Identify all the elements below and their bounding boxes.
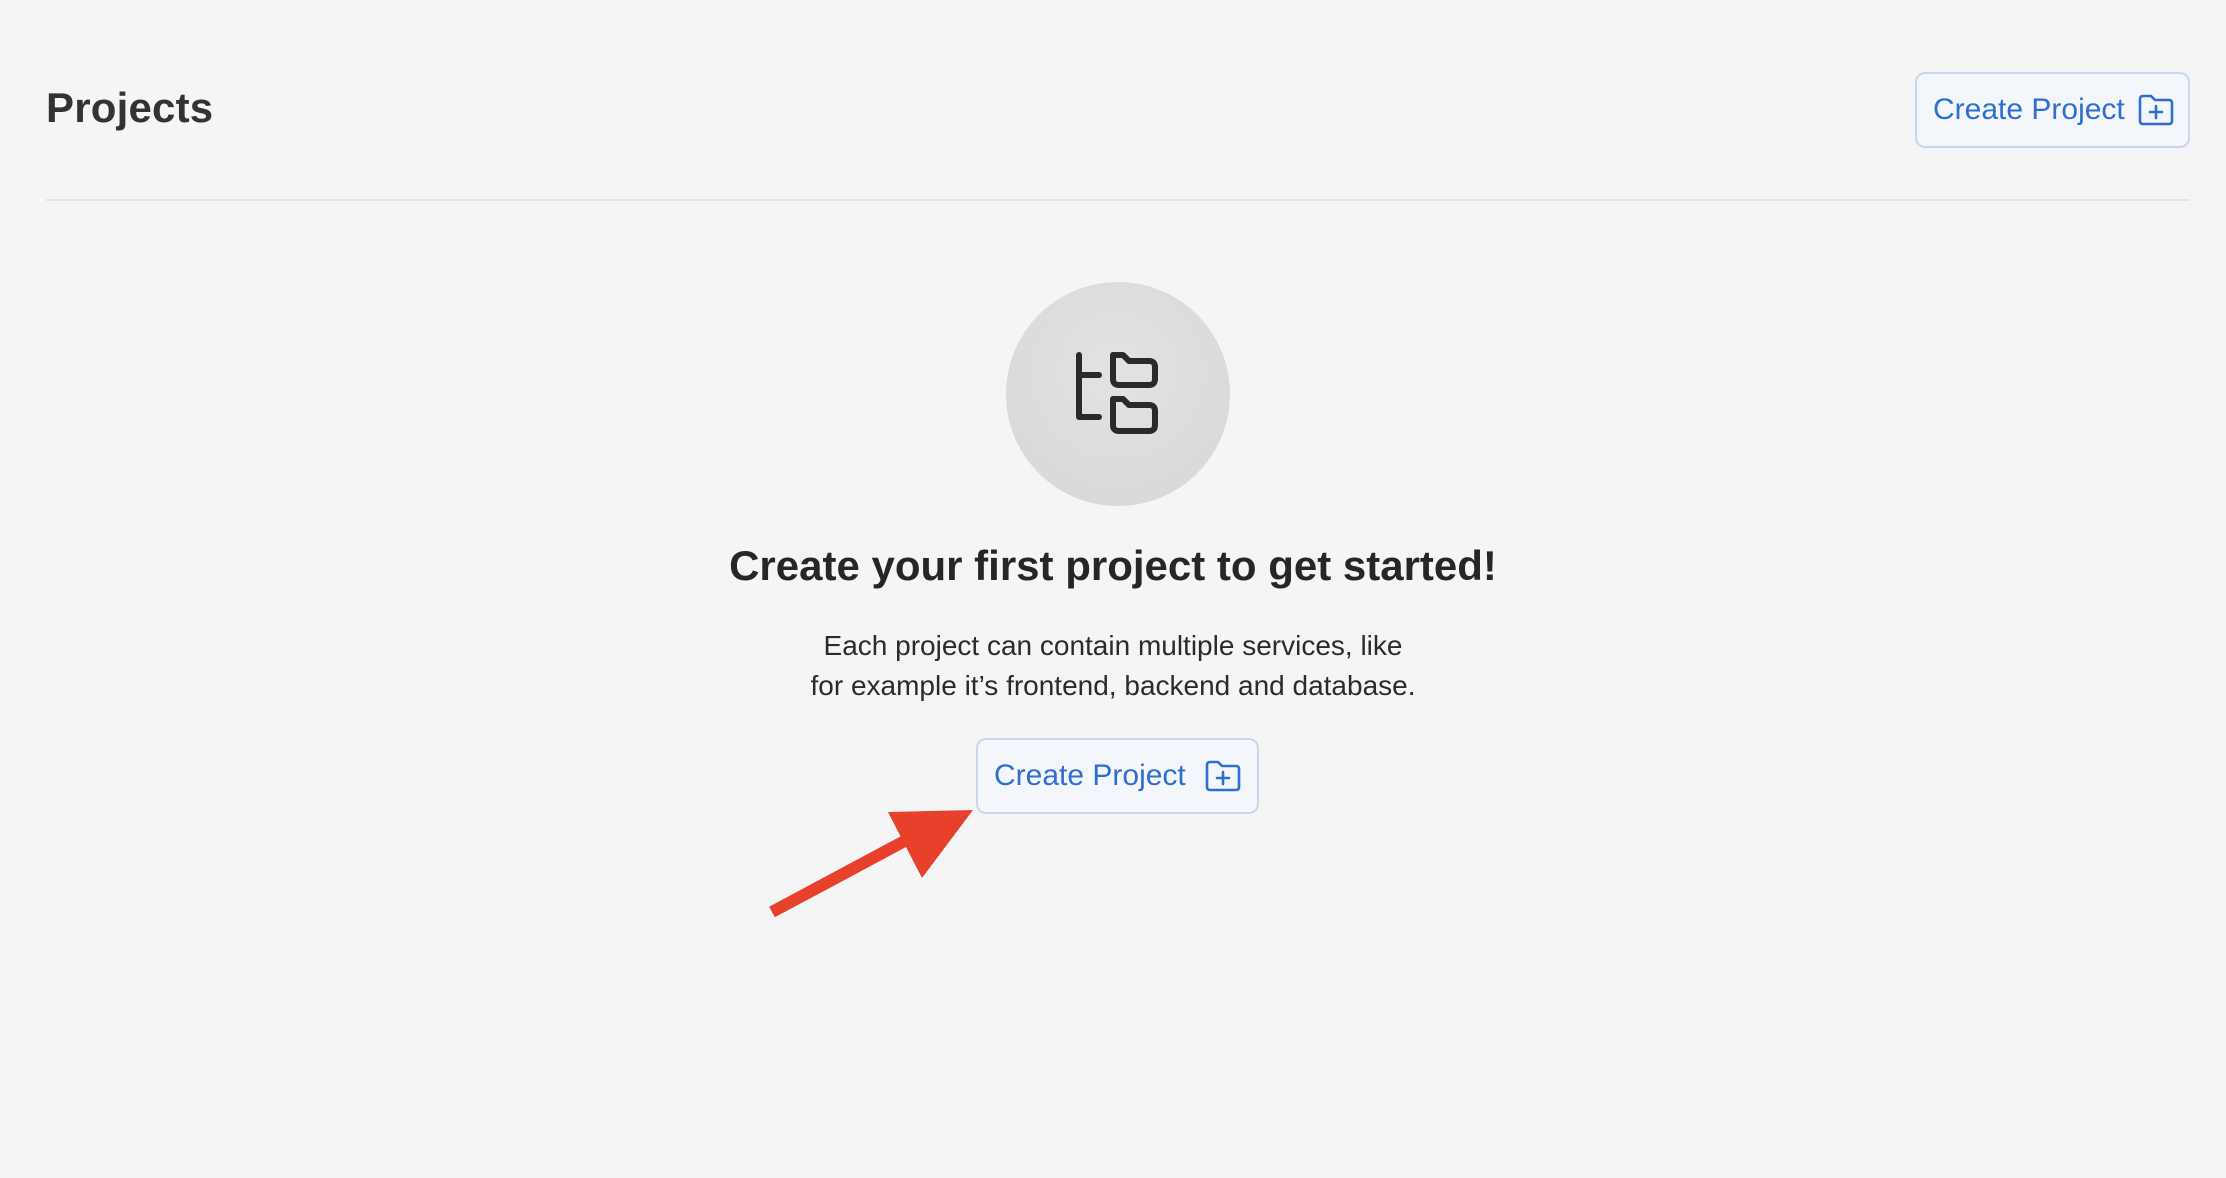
folder-plus-icon bbox=[2137, 93, 2175, 127]
create-project-button-empty-state[interactable]: Create Project bbox=[976, 738, 1259, 814]
page-header: Projects Create Project bbox=[46, 0, 2190, 201]
create-project-button-header[interactable]: Create Project bbox=[1915, 72, 2190, 148]
folder-plus-icon bbox=[1204, 759, 1242, 793]
empty-state-title: Create your first project to get started… bbox=[729, 542, 1497, 589]
page-title: Projects bbox=[46, 84, 214, 131]
create-project-button-label: Create Project bbox=[1933, 93, 2125, 126]
empty-state-description: Each project can contain multiple servic… bbox=[0, 626, 2226, 706]
folder-tree-icon bbox=[1073, 349, 1163, 440]
empty-state-description-line: for example it’s frontend, backend and d… bbox=[810, 670, 1416, 701]
annotation-arrow bbox=[769, 810, 973, 918]
create-project-button-label: Create Project bbox=[994, 759, 1186, 792]
empty-state-description-line: Each project can contain multiple servic… bbox=[823, 630, 1403, 661]
empty-state-icon-circle bbox=[1006, 282, 1230, 506]
